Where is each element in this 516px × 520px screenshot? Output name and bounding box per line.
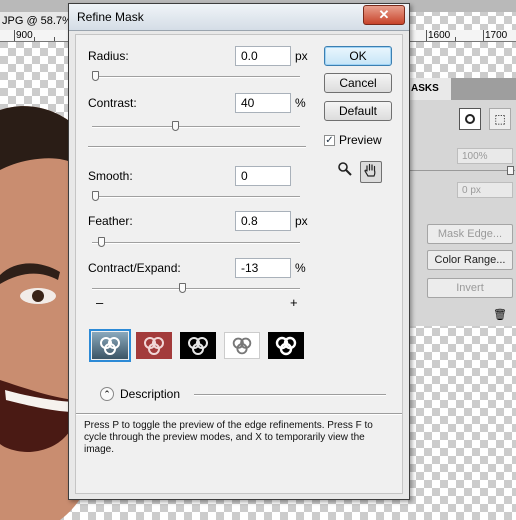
view-on-black-icon[interactable] <box>180 332 216 359</box>
contrast-field[interactable]: 40 <box>235 93 291 113</box>
tab-masks[interactable]: ASKS <box>409 78 451 100</box>
refine-mask-dialog: Refine Mask ✕ Radius: 0.0 px Contrast: 4… <box>68 3 410 500</box>
preview-checkbox[interactable]: ✓ <box>324 135 335 146</box>
pixel-mask-icon[interactable] <box>459 108 481 130</box>
radius-unit: px <box>295 49 308 63</box>
horizontal-ruler-right: 1600 1700 <box>410 30 516 42</box>
contrast-slider-track[interactable] <box>92 126 300 128</box>
separator <box>88 146 306 148</box>
horizontal-ruler-left: 900 <box>0 30 70 42</box>
ruler-tick <box>483 30 484 41</box>
contrast-label: Contrast: <box>88 96 137 110</box>
radius-slider-thumb[interactable] <box>92 71 99 81</box>
contrast-slider-thumb[interactable] <box>172 121 180 131</box>
dialog-title: Refine Mask <box>77 10 144 24</box>
plus-label: + <box>290 295 298 310</box>
view-standard-icon[interactable] <box>89 329 131 362</box>
description-divider <box>76 413 402 415</box>
feather-label: Feather: <box>88 214 133 228</box>
description-separator <box>194 394 386 396</box>
dialog-body: Radius: 0.0 px Contrast: 40 % Smooth: 0 … <box>75 34 403 494</box>
radius-label: Radius: <box>88 49 129 63</box>
feather-unit: px <box>295 214 308 228</box>
view-quick-mask-icon[interactable] <box>136 332 172 359</box>
ruler-tick <box>34 37 35 41</box>
smooth-field[interactable]: 0 <box>235 166 291 186</box>
contract-expand-slider-thumb[interactable] <box>179 283 187 293</box>
ruler-tick <box>455 37 456 41</box>
preview-label: Preview <box>339 133 382 147</box>
view-on-white-icon[interactable] <box>224 332 260 359</box>
ruler-tick <box>54 37 55 41</box>
contrast-unit: % <box>295 96 306 110</box>
dialog-titlebar[interactable]: Refine Mask ✕ <box>69 4 409 31</box>
feather-field[interactable]: 0 px <box>457 182 513 198</box>
ruler-label: 1700 <box>485 30 508 41</box>
radius-slider-track[interactable] <box>92 76 300 78</box>
ruler-label: 900 <box>16 30 33 41</box>
color-range-button[interactable]: Color Range... <box>427 250 513 270</box>
invert-button[interactable]: Invert <box>427 278 513 298</box>
description-label: Description <box>120 387 181 401</box>
collapse-description-icon[interactable]: ⌃ <box>100 387 114 401</box>
description-text: Press P to toggle the preview of the edg… <box>84 420 373 455</box>
ruler-tick <box>14 30 15 41</box>
vector-mask-icon[interactable]: ⬚ <box>489 108 511 130</box>
radius-field[interactable]: 0.0 <box>235 46 291 66</box>
masks-panel: ASKS ⬚ 100% 0 px Mask Edge... Color Rang… <box>408 78 516 326</box>
minus-label: – <box>96 295 104 310</box>
default-button[interactable]: Default <box>324 101 392 121</box>
close-button[interactable]: ✕ <box>363 5 405 25</box>
hand-tool-icon[interactable] <box>360 161 382 183</box>
trash-icon[interactable]: 🗑 <box>493 308 507 321</box>
density-field[interactable]: 100% <box>457 148 513 164</box>
cancel-button[interactable]: Cancel <box>324 73 392 93</box>
feather-slider-track[interactable] <box>92 242 300 244</box>
smooth-label: Smooth: <box>88 169 133 183</box>
document-tab[interactable]: JPG @ 58.7% <box>0 12 72 31</box>
contract-expand-field[interactable]: -13 <box>235 258 291 278</box>
ok-button[interactable]: OK <box>324 46 392 66</box>
ruler-label: 1600 <box>428 30 451 41</box>
contract-expand-slider-track[interactable] <box>92 288 300 290</box>
density-slider-thumb[interactable] <box>507 166 514 175</box>
feather-slider-thumb[interactable] <box>98 237 106 247</box>
smooth-slider-thumb[interactable] <box>92 191 99 201</box>
contract-expand-unit: % <box>295 261 306 275</box>
density-slider-track[interactable] <box>409 170 515 171</box>
smooth-slider-track[interactable] <box>92 196 300 198</box>
mask-edge-button[interactable]: Mask Edge... <box>427 224 513 244</box>
feather-field[interactable]: 0.8 <box>235 211 291 231</box>
zoom-tool-icon[interactable] <box>334 161 356 183</box>
view-mask-icon[interactable] <box>268 332 304 359</box>
contract-expand-label: Contract/Expand: <box>88 261 181 275</box>
ruler-tick <box>426 30 427 41</box>
